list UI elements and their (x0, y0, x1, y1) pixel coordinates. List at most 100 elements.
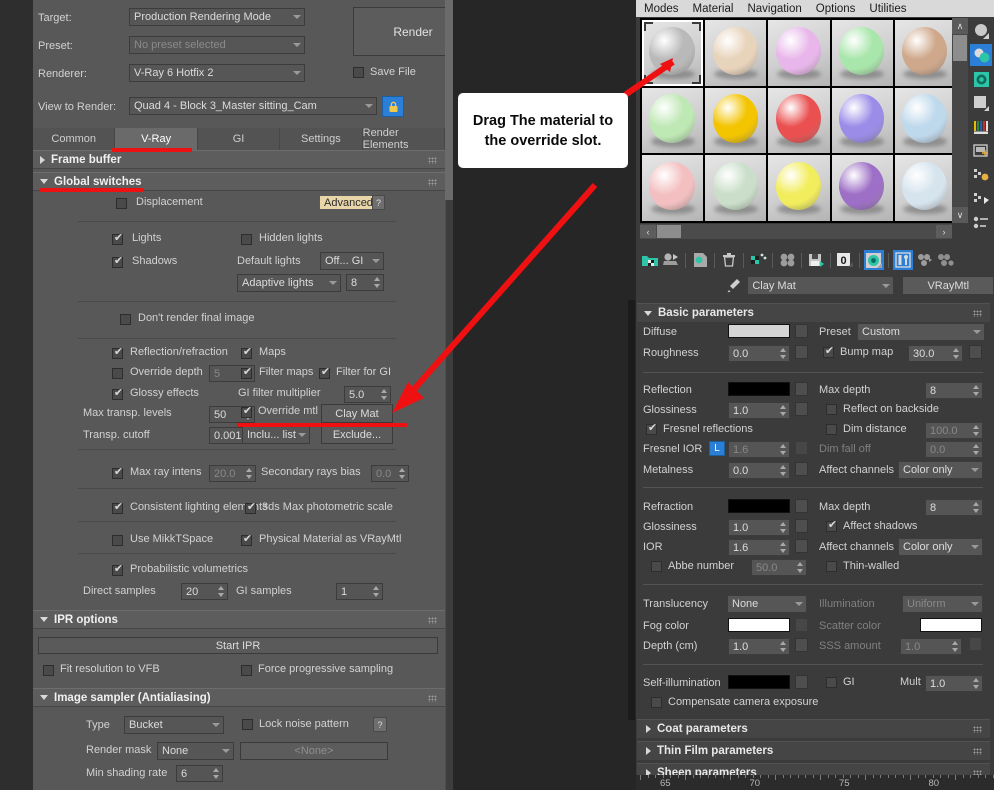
spinner-arrows-icon[interactable] (373, 277, 381, 288)
refraction-map-button[interactable] (795, 499, 808, 513)
mult-spinner[interactable]: 1.0 (925, 675, 983, 692)
fit-resolution-to-vfb-checkbox[interactable] (43, 665, 54, 676)
spinner-arrows-icon[interactable] (779, 465, 787, 476)
fresnel-ior-lock-button[interactable]: L (709, 441, 725, 456)
spinner-arrows-icon[interactable] (398, 468, 406, 479)
checker-background-icon[interactable] (970, 116, 992, 138)
reflection-glossiness-map-button[interactable] (795, 402, 808, 416)
spinner-arrows-icon[interactable] (779, 348, 787, 359)
fog-color-map-button[interactable] (795, 618, 808, 632)
use-mikktspace-checkbox[interactable] (112, 535, 123, 546)
override-mtl-checkbox[interactable] (241, 407, 252, 418)
material-effects-channel-icon[interactable]: 0 (835, 250, 855, 270)
start-ipr-button[interactable]: Start IPR (38, 637, 438, 654)
material-sample-slot[interactable] (705, 155, 766, 221)
menu-modes[interactable]: Modes (644, 3, 679, 15)
background-icon[interactable] (970, 92, 992, 114)
ior-spinner[interactable]: 1.6 (728, 539, 790, 556)
sss-amount-spinner[interactable]: 1.0 (900, 638, 962, 655)
reflection-affect-channels-combo[interactable]: Color only (898, 461, 983, 479)
reset-map-material-icon[interactable] (719, 250, 739, 270)
gi-samples-spinner[interactable]: 1 (336, 583, 383, 600)
spinner-arrows-icon[interactable] (796, 562, 804, 573)
spinner-arrows-icon[interactable] (217, 586, 225, 597)
material-name-combo[interactable]: Clay Mat (747, 276, 894, 295)
affect-shadows-checkbox[interactable] (826, 521, 837, 532)
exclude-button[interactable]: Exclude... (321, 425, 393, 444)
spinner-arrows-icon[interactable] (779, 444, 787, 455)
diffuse-color-swatch[interactable] (728, 324, 790, 338)
render-mask-combo[interactable]: None (157, 742, 234, 760)
fresnel-reflections-checkbox[interactable] (646, 424, 657, 435)
spinner-arrows-icon[interactable] (972, 425, 980, 436)
video-color-check-icon[interactable] (970, 140, 992, 162)
material-sample-slot[interactable] (832, 155, 893, 221)
slots-scroll-down-button[interactable]: ∨ (952, 207, 968, 223)
slots-scroll-left-button[interactable]: ‹ (640, 225, 656, 238)
maps-checkbox[interactable] (241, 348, 252, 359)
depth-spinner[interactable]: 1.0 (728, 638, 790, 655)
adaptive-lights-combo[interactable]: Adaptive lights (237, 274, 341, 292)
metalness-map-button[interactable] (795, 462, 808, 476)
help-badge[interactable]: ? (372, 195, 385, 210)
spinner-arrows-icon[interactable] (245, 468, 253, 479)
filter-maps-checkbox[interactable] (241, 368, 252, 379)
dim-distance-spinner[interactable]: 100.0 (925, 422, 983, 439)
reflection-max-depth-spinner[interactable]: 8 (925, 382, 983, 399)
abbe-number-spinner[interactable]: 50.0 (751, 559, 807, 576)
metalness-spinner[interactable]: 0.0 (728, 462, 790, 479)
material-sample-slot[interactable] (642, 155, 703, 221)
tab-common[interactable]: Common (33, 128, 115, 150)
sampler-help-badge[interactable]: ? (373, 717, 387, 732)
probabilistic-volumetrics-checkbox[interactable] (112, 565, 123, 576)
reflection-refraction-checkbox[interactable] (112, 348, 123, 359)
make-material-copy-icon[interactable] (748, 250, 768, 270)
photometric-scale-checkbox[interactable] (245, 503, 256, 514)
min-shading-rate-spinner[interactable]: 6 (176, 765, 223, 782)
refraction-glossiness-spinner[interactable]: 1.0 (728, 519, 790, 536)
advanced-badge[interactable]: Advanced (319, 195, 378, 210)
save-file-checkbox[interactable] (353, 67, 364, 78)
roughness-map-button[interactable] (795, 345, 808, 359)
spinner-arrows-icon[interactable] (972, 385, 980, 396)
dim-distance-checkbox[interactable] (826, 424, 837, 435)
max-ray-intens-spinner[interactable]: 20.0 (209, 465, 256, 482)
include-exclude-list-combo[interactable]: Inclu... list (242, 426, 310, 444)
make-unique-icon[interactable] (777, 250, 797, 270)
default-lights-combo[interactable]: Off... GI (320, 252, 384, 270)
menu-material[interactable]: Material (693, 3, 734, 15)
rollup-frame-buffer[interactable]: Frame buffer (33, 150, 445, 169)
go-forward-to-sibling-icon[interactable] (935, 250, 955, 270)
abbe-number-checkbox[interactable] (651, 561, 662, 572)
dim-fall-off-spinner[interactable]: 0.0 (925, 441, 983, 458)
tab-settings[interactable]: Settings (280, 128, 362, 150)
eyedropper-icon[interactable] (724, 277, 743, 295)
slots-vertical-scroll-thumb[interactable] (953, 35, 967, 61)
consistent-lighting-elements-checkbox[interactable] (112, 503, 123, 514)
put-to-library-icon[interactable] (806, 250, 826, 270)
adaptive-lights-count-spinner[interactable]: 8 (346, 274, 384, 291)
secondary-rays-bias-spinner[interactable]: 0.0 (371, 465, 409, 482)
sampler-type-combo[interactable]: Bucket (124, 716, 224, 734)
material-sample-slot[interactable] (768, 88, 829, 154)
reflect-on-backside-checkbox[interactable] (826, 404, 837, 415)
lock-noise-pattern-checkbox[interactable] (242, 719, 253, 730)
dont-render-final-image-checkbox[interactable] (120, 314, 131, 325)
go-to-parent-icon[interactable] (914, 250, 934, 270)
depth-map-button[interactable] (795, 638, 808, 652)
material-sample-slot[interactable] (895, 88, 956, 154)
put-material-to-scene-icon[interactable] (661, 250, 681, 270)
material-sample-slot[interactable] (705, 88, 766, 154)
material-sample-slot[interactable] (768, 20, 829, 86)
roughness-spinner[interactable]: 0.0 (728, 345, 790, 362)
slots-vertical-scrollbar[interactable]: ∧ ∨ (952, 18, 968, 223)
spinner-arrows-icon[interactable] (972, 444, 980, 455)
rollup-coat-parameters[interactable]: Coat parameters (637, 719, 990, 738)
material-type-button[interactable]: VRayMtl (902, 276, 994, 295)
diffuse-map-button[interactable] (795, 324, 808, 338)
refraction-color-swatch[interactable] (728, 499, 790, 513)
spinner-arrows-icon[interactable] (380, 389, 388, 400)
shadows-checkbox[interactable] (112, 257, 123, 268)
tab-gi[interactable]: GI (198, 128, 280, 150)
get-material-icon[interactable] (640, 250, 660, 270)
